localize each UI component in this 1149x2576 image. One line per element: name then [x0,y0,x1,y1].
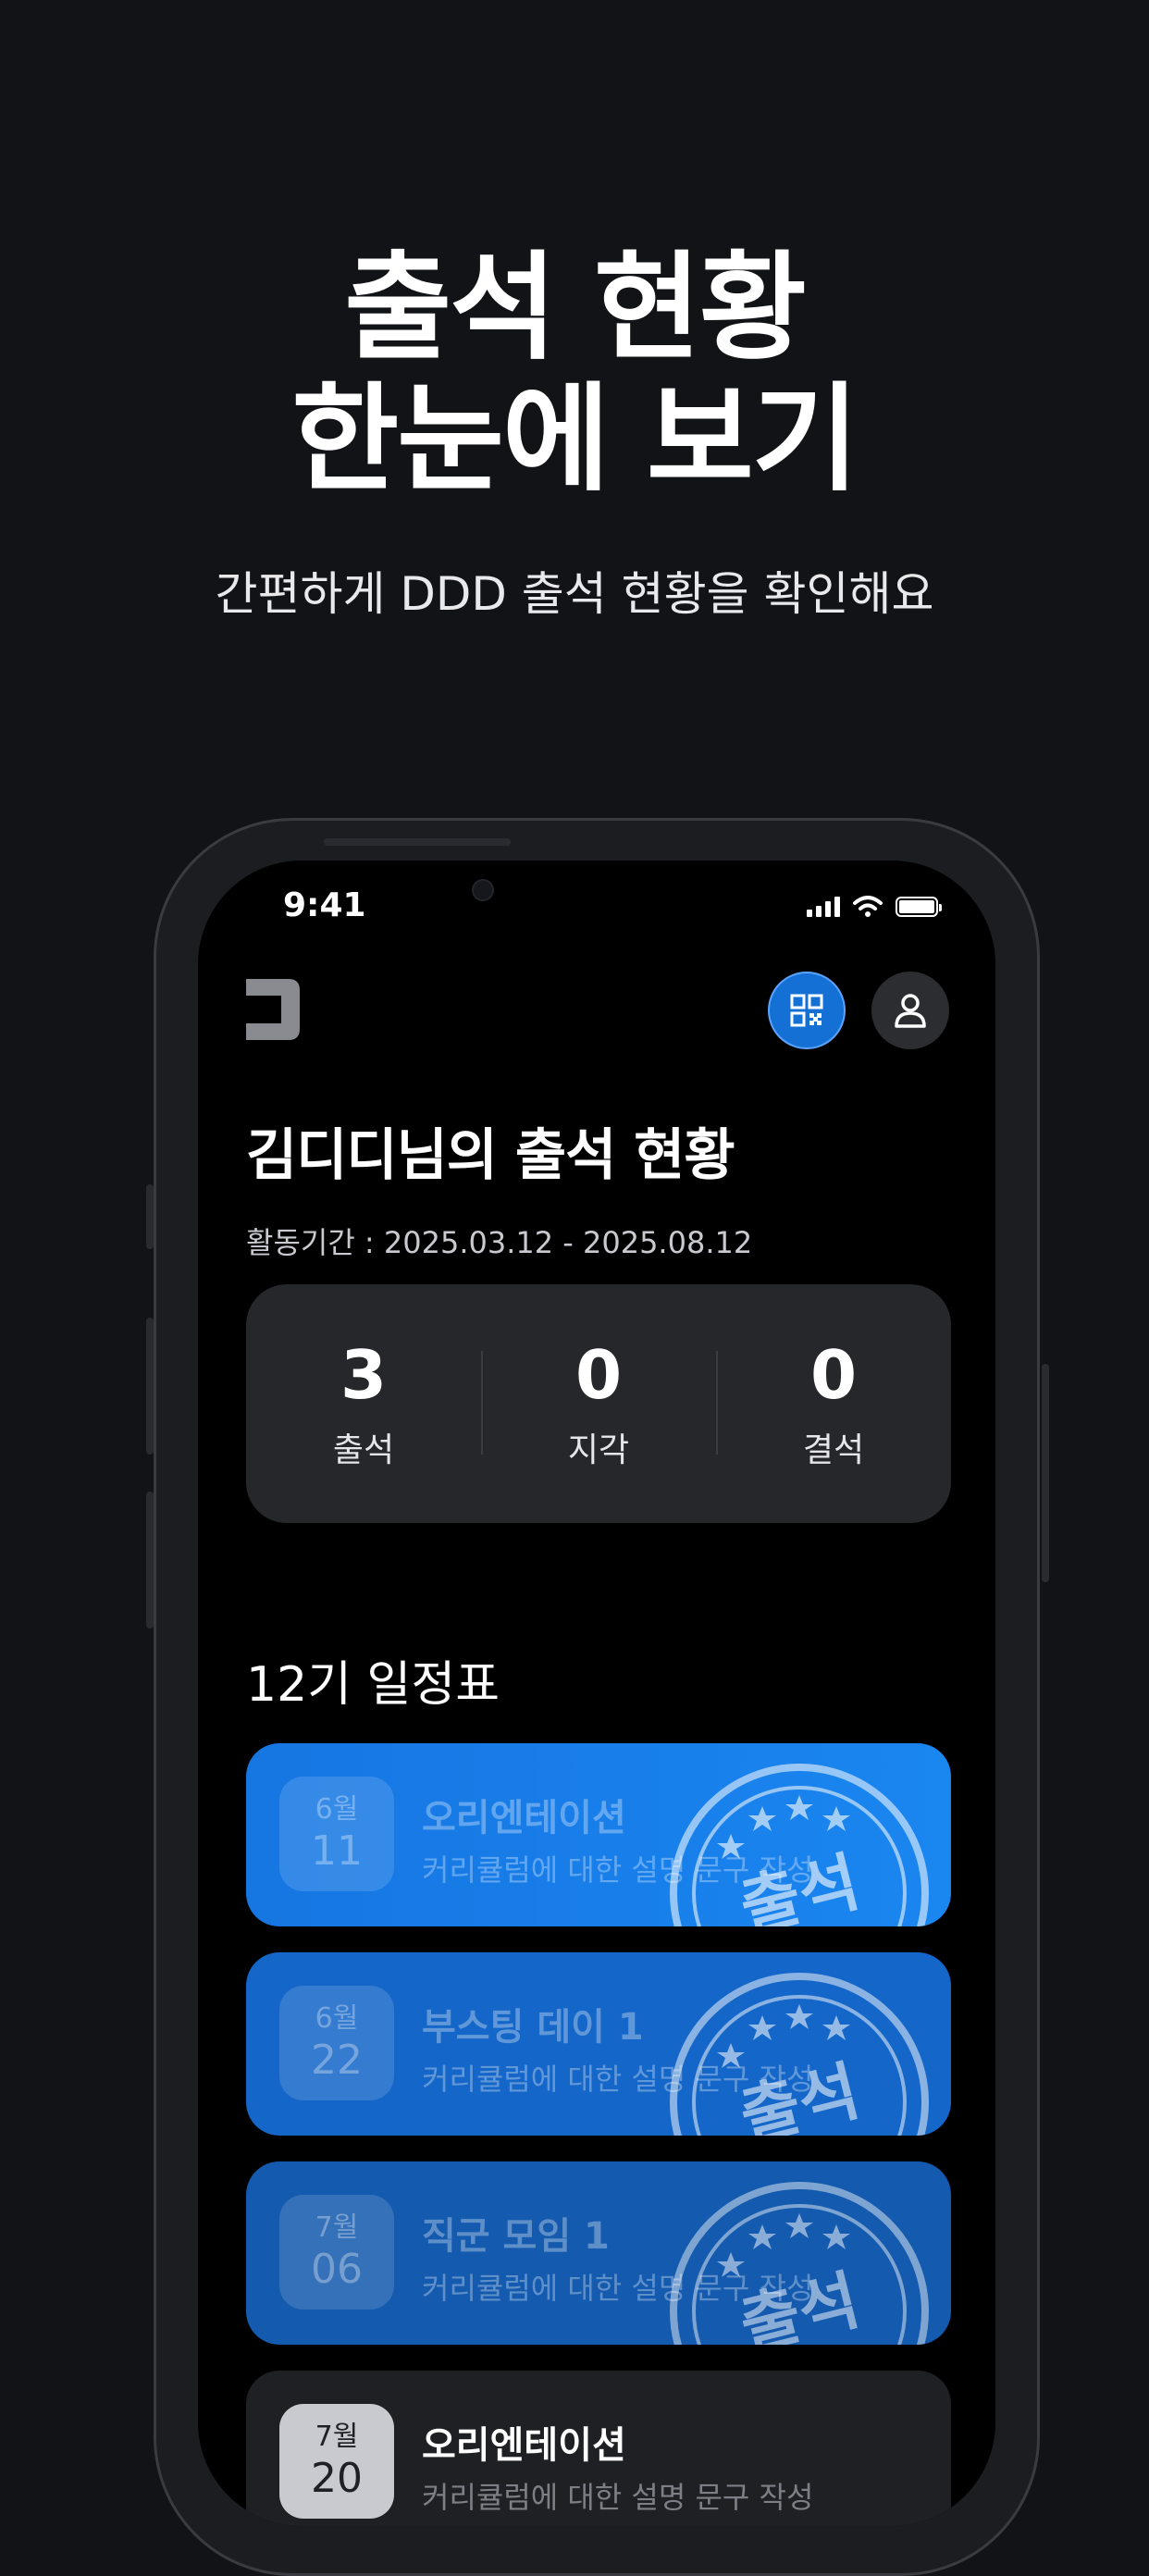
event-title: 오리엔테이션 [422,2424,626,2467]
phone-side-button [146,1318,154,1455]
schedule-item[interactable]: 7월 06 직군 모임 1 커리큘럼에 대한 설명 문구 작성 출석 [246,2161,951,2345]
event-title: 부스팅 데이 1 [422,2006,644,2049]
event-day: 20 [311,2455,363,2502]
stat-absent-value: 0 [809,1336,858,1414]
app-logo [246,979,300,1040]
stat-late-label: 지각 [567,1431,630,1469]
cellular-signal-icon [807,897,840,917]
profile-button[interactable] [871,972,949,1049]
schedule-item[interactable]: 6월 22 부스팅 데이 1 커리큘럼에 대한 설명 문구 작성 출석 [246,1952,951,2136]
phone-screen: 9:41 김디디님의 출석 현황 활동기간: 2025.03.12 - 202… [198,861,995,2526]
stat-absent: 0 결석 [716,1284,951,1523]
hero-title: 출석 현황 한눈에 보기 [0,242,1149,505]
wifi-icon [853,896,883,917]
attendance-stamp-icon: 출석 [670,2182,929,2345]
event-day: 11 [311,1827,363,1875]
schedule-item[interactable]: 7월 20 오리엔테이션 커리큘럼에 대한 설명 문구 작성 [246,2371,951,2526]
event-date-badge: 7월 06 [279,2195,394,2310]
qr-code-button[interactable] [768,972,846,1049]
status-time: 9:41 [283,886,366,924]
phone-side-button [146,1492,154,1629]
notch [431,861,762,931]
page-title: 김디디님의 출석 현황 [246,1123,735,1188]
event-day: 06 [311,2246,363,2293]
event-title: 오리엔테이션 [422,1797,626,1839]
user-icon [895,994,926,1028]
stamp-text: 출석 [733,1844,867,1926]
event-month: 7월 [315,2421,359,2453]
stat-attended-label: 출석 [332,1431,395,1469]
attendance-summary-card: 3 출석 0 지각 0 결석 [246,1284,951,1523]
camera-icon [472,879,494,901]
phone-side-button [146,1184,154,1249]
stat-attended: 3 출석 [246,1284,481,1523]
event-date-badge: 7월 20 [279,2404,394,2519]
stat-late-value: 0 [574,1336,623,1414]
battery-icon [896,897,942,917]
event-month: 7월 [315,2211,359,2244]
event-day: 22 [311,2037,363,2084]
event-date-badge: 6월 11 [279,1777,394,1891]
event-description: 커리큘럼에 대한 설명 문구 작성 [422,2480,814,2515]
schedule-title: 12기 일정표 [246,1657,500,1713]
stamp-text: 출석 [733,2053,867,2136]
activity-period: 활동기간 : 2025.03.12 - 2025.08.12 [246,1225,753,1260]
event-date-badge: 6월 22 [279,1986,394,2100]
stat-absent-label: 결석 [802,1431,865,1469]
hero-subtitle: 간편하게 DDD 출석 현황을 확인해요 [215,567,934,621]
hero-title-line1: 출석 현황 [344,240,807,376]
attendance-stamp-icon: 출석 [670,1973,929,2136]
stat-late: 0 지각 [481,1284,716,1523]
hero-title-line2: 한눈에 보기 [291,371,859,507]
phone-speaker [324,838,511,846]
qr-code-icon [790,994,823,1027]
attendance-stamp-icon: 출석 [670,1764,929,1926]
stat-attended-value: 3 [340,1336,388,1414]
schedule-item[interactable]: 6월 11 오리엔테이션 커리큘럼에 대한 설명 문구 작성 출석 [246,1743,951,1926]
event-month: 6월 [315,1793,359,1826]
event-title: 직군 모임 1 [422,2215,610,2258]
stamp-text: 출석 [733,2262,867,2345]
status-icons [807,896,942,918]
event-month: 6월 [315,2002,359,2035]
phone-side-button [1042,1364,1049,1582]
